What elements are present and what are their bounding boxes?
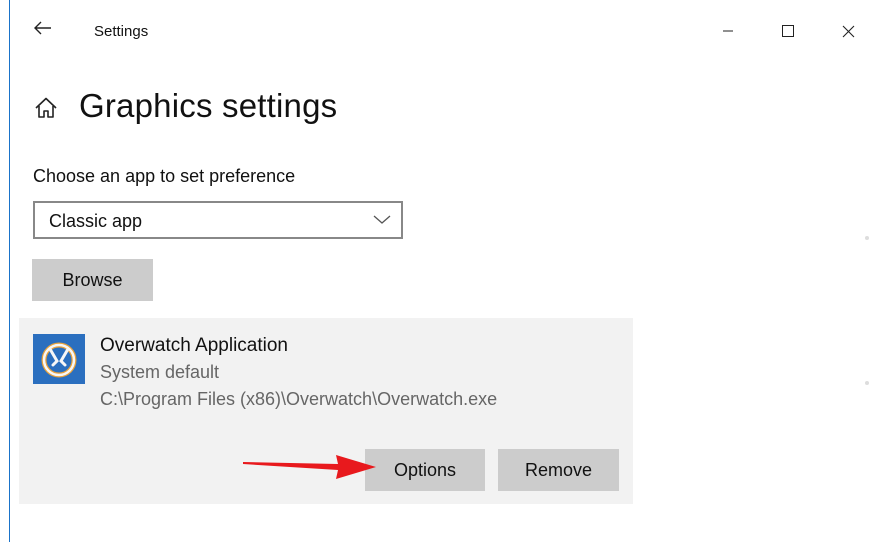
dropdown-selected-value: Classic app bbox=[49, 211, 143, 231]
app-type-dropdown[interactable]: Classic app bbox=[33, 201, 403, 239]
remove-button[interactable]: Remove bbox=[498, 449, 619, 491]
maximize-button[interactable] bbox=[768, 14, 808, 48]
choose-app-label: Choose an app to set preference bbox=[33, 166, 296, 186]
maximize-icon bbox=[782, 25, 794, 37]
minimize-icon bbox=[723, 30, 733, 32]
app-graphics-preference: System default bbox=[100, 362, 220, 382]
browse-button[interactable]: Browse bbox=[32, 259, 153, 301]
page-title: Graphics settings bbox=[79, 87, 338, 124]
back-arrow-icon bbox=[34, 21, 51, 35]
title-bar: Settings bbox=[10, 0, 869, 64]
chevron-down-icon bbox=[373, 215, 391, 224]
app-path: C:\Program Files (x86)\Overwatch\Overwat… bbox=[100, 389, 498, 409]
scroll-indicator bbox=[865, 236, 869, 240]
close-button[interactable] bbox=[828, 14, 868, 48]
home-icon bbox=[35, 97, 57, 118]
annotation-arrow bbox=[243, 455, 376, 479]
back-button[interactable] bbox=[32, 17, 54, 39]
close-icon bbox=[842, 25, 854, 37]
minimize-button[interactable] bbox=[708, 14, 748, 48]
overwatch-icon bbox=[33, 334, 85, 384]
window-title: Settings bbox=[94, 23, 149, 40]
options-button[interactable]: Options bbox=[365, 449, 485, 491]
window-border bbox=[9, 0, 10, 542]
scroll-indicator bbox=[865, 381, 869, 385]
app-name: Overwatch Application bbox=[100, 335, 288, 356]
